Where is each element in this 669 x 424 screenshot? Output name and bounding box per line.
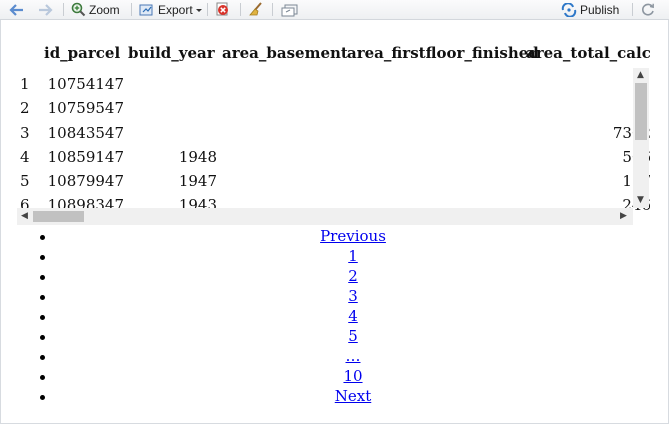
show-in-window-button[interactable] bbox=[281, 1, 299, 18]
bullet bbox=[40, 275, 45, 280]
pagination-previous-link[interactable]: Previous bbox=[320, 227, 386, 245]
horizontal-scrollbar[interactable]: ◀ ▶ bbox=[17, 208, 633, 225]
list-item: Previous bbox=[0, 227, 669, 247]
forward-button[interactable] bbox=[37, 1, 53, 18]
list-item: 1 bbox=[0, 247, 669, 267]
list-item: 3 bbox=[0, 287, 669, 307]
data-table: id_parcel build_year area_basement area_… bbox=[17, 36, 650, 225]
list-item: 4 bbox=[0, 307, 669, 327]
column-header: build_year bbox=[128, 44, 215, 62]
refresh-icon bbox=[642, 3, 654, 16]
list-item: 10 bbox=[0, 367, 669, 387]
list-item: Next bbox=[0, 387, 669, 407]
bullet bbox=[40, 315, 45, 320]
row-index: 1 bbox=[20, 75, 30, 93]
bullet bbox=[40, 355, 45, 360]
toolbar-separator bbox=[272, 3, 273, 16]
horizontal-scroll-thumb[interactable] bbox=[33, 211, 84, 222]
toolbar-separator bbox=[63, 3, 64, 16]
table-cell: 1947 bbox=[178, 172, 217, 190]
scroll-right-icon[interactable]: ▶ bbox=[620, 211, 627, 221]
table-cell: 1948 bbox=[178, 148, 217, 166]
row-index: 3 bbox=[20, 124, 30, 142]
row-index: 5 bbox=[20, 172, 30, 190]
column-header: id_parcel bbox=[44, 44, 121, 62]
export-menu-button[interactable]: Export bbox=[139, 1, 202, 18]
table-cell: 10759547 bbox=[47, 99, 124, 117]
column-header: area_basement bbox=[222, 44, 348, 62]
pagination-page-link[interactable]: 3 bbox=[348, 287, 358, 305]
pagination-next-link[interactable]: Next bbox=[335, 387, 372, 405]
list-item: 2 bbox=[0, 267, 669, 287]
column-header: area_total_calc bbox=[526, 44, 650, 62]
vertical-scrollbar[interactable]: ▲ ▼ bbox=[633, 68, 649, 208]
toolbar-separator bbox=[207, 3, 208, 16]
pagination-page-link[interactable]: 10 bbox=[343, 367, 362, 385]
toolbar-separator bbox=[131, 3, 132, 16]
pagination-page-link[interactable]: 5 bbox=[348, 327, 358, 345]
broom-icon bbox=[249, 2, 262, 16]
refresh-button[interactable] bbox=[640, 1, 656, 18]
scroll-down-icon[interactable]: ▼ bbox=[637, 195, 644, 205]
bullet bbox=[40, 235, 45, 240]
bullet bbox=[40, 255, 45, 260]
bullet bbox=[40, 335, 45, 340]
table-cell: 10859147 bbox=[47, 148, 124, 166]
toolbar-separator bbox=[632, 3, 633, 16]
export-label: Export bbox=[158, 2, 193, 17]
back-button[interactable] bbox=[9, 1, 25, 18]
bullet bbox=[40, 395, 45, 400]
row-index: 4 bbox=[20, 148, 30, 166]
publish-label: Publish bbox=[580, 2, 620, 17]
clear-all-button[interactable] bbox=[248, 1, 264, 18]
export-icon bbox=[139, 4, 153, 15]
bullet bbox=[40, 375, 45, 380]
toolbar-separator bbox=[240, 3, 241, 16]
publish-button[interactable]: Publish bbox=[561, 1, 619, 18]
table-cell: 10843547 bbox=[47, 124, 124, 142]
zoom-label: Zoom bbox=[89, 2, 120, 17]
window-icon bbox=[281, 4, 298, 16]
scroll-up-icon[interactable]: ▲ bbox=[637, 70, 644, 80]
pagination-page-link[interactable]: 2 bbox=[348, 267, 358, 285]
viewer-toolbar: Zoom Export Publish bbox=[0, 0, 669, 20]
bullet bbox=[40, 295, 45, 300]
arrow-right-icon bbox=[39, 3, 53, 16]
remove-plot-button[interactable] bbox=[215, 1, 231, 18]
scroll-left-icon[interactable]: ◀ bbox=[21, 211, 28, 221]
chevron-down-icon bbox=[195, 8, 202, 12]
row-index: 2 bbox=[20, 99, 30, 117]
zoom-icon bbox=[71, 2, 86, 17]
pagination-page-link[interactable]: 4 bbox=[348, 307, 358, 325]
remove-icon bbox=[216, 2, 228, 16]
table-cell: 10754147 bbox=[47, 75, 124, 93]
pagination-page-link[interactable]: 1 bbox=[348, 247, 358, 265]
list-item: 5 bbox=[0, 327, 669, 347]
arrow-left-icon bbox=[9, 3, 23, 16]
table-cell: 10879947 bbox=[47, 172, 124, 190]
pagination-ellipsis-link[interactable]: … bbox=[346, 347, 361, 365]
list-item: … bbox=[0, 347, 669, 367]
vertical-scroll-thumb[interactable] bbox=[635, 83, 647, 140]
zoom-button[interactable]: Zoom bbox=[71, 1, 120, 18]
column-header: area_firstfloor_finished bbox=[347, 44, 539, 62]
publish-icon bbox=[561, 2, 577, 17]
